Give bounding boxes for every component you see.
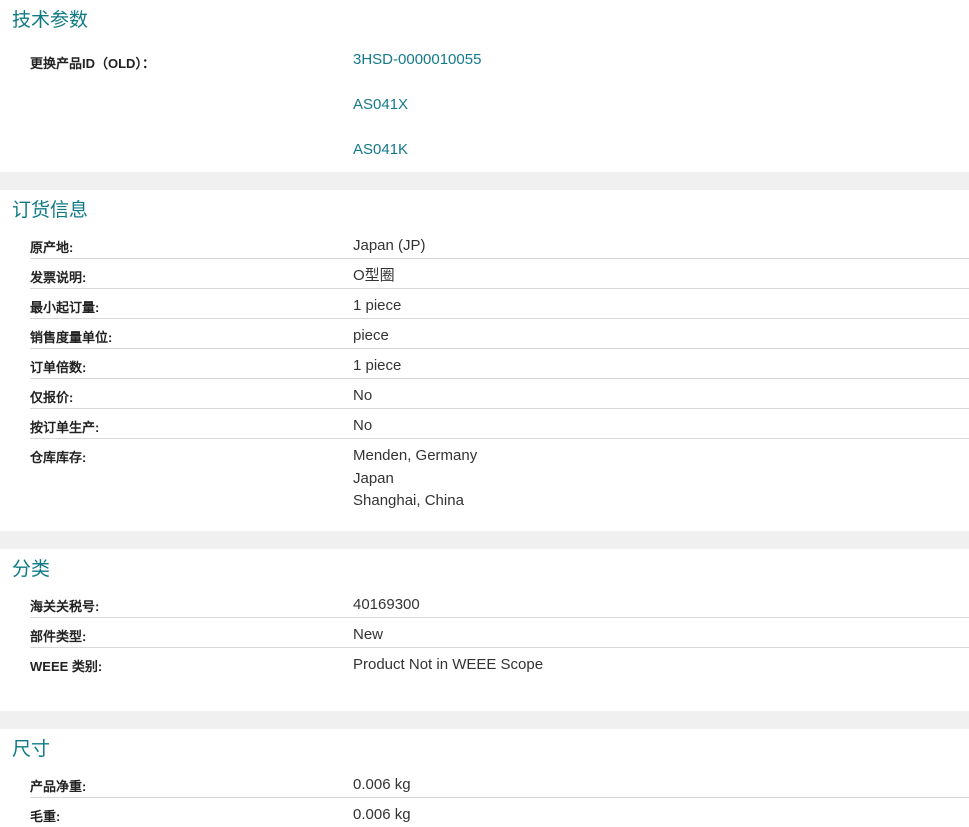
table-row: 发票说明: O型圈 — [30, 259, 969, 289]
section-title-dimensions: 尺寸 — [12, 739, 51, 760]
row-label: 销售度量单位: — [30, 330, 113, 345]
row-value: 1 piece — [353, 297, 402, 314]
table-row: 毛重: 0.006 kg — [30, 798, 969, 827]
replacement-id-row: 更换产品ID（OLD）： 3HSD-0000010055 AS041X AS04… — [30, 40, 969, 189]
section-divider — [0, 531, 969, 549]
row-value: Japan (JP) — [353, 237, 426, 254]
replacement-id-list: 3HSD-0000010055 AS041X AS041K — [353, 40, 481, 189]
warehouse-list: Menden, Germany Japan Shanghai, China — [353, 439, 477, 517]
row-value: piece — [353, 327, 389, 344]
row-label: 海关关税号: — [30, 599, 100, 614]
row-label: 按订单生产: — [30, 420, 100, 435]
row-value: No — [353, 417, 373, 434]
row-value: Product Not in WEEE Scope — [353, 656, 544, 673]
row-label: 仅报价: — [30, 390, 74, 405]
table-row: 销售度量单位: piece — [30, 319, 969, 349]
replacement-id-link[interactable]: 3HSD-0000010055 — [353, 49, 481, 94]
row-label: 发票说明: — [30, 270, 87, 285]
row-value: 1 piece — [353, 357, 402, 374]
table-row: 仅报价: No — [30, 379, 969, 409]
section-title-tech: 技术参数 — [12, 10, 89, 31]
row-label: 毛重: — [30, 809, 61, 824]
row-value: No — [353, 387, 373, 404]
table-row: 按订单生产: No — [30, 409, 969, 439]
replacement-id-link[interactable]: AS041X — [353, 94, 481, 139]
warehouse-item: Japan — [353, 469, 394, 487]
table-row: 部件类型: New — [30, 618, 969, 648]
table-row: 产品净重: 0.006 kg — [30, 768, 969, 798]
replacement-id-label: 更换产品ID（OLD）： — [30, 56, 155, 71]
row-value: 40169300 — [353, 596, 420, 613]
replacement-id-link[interactable]: AS041K — [353, 139, 481, 184]
table-row: WEEE 类别: Product Not in WEEE Scope — [30, 648, 969, 677]
warehouse-item: Shanghai, China — [353, 492, 464, 509]
table-row: 原产地: Japan (JP) — [30, 229, 969, 259]
section-title-classification: 分类 — [12, 559, 51, 580]
row-label: 部件类型: — [30, 629, 87, 644]
section-title-order: 订货信息 — [12, 200, 89, 221]
warehouse-stock-row: 仓库库存: Menden, Germany Japan Shanghai, Ch… — [30, 439, 969, 517]
row-label: WEEE 类别: — [30, 659, 103, 674]
row-value: New — [353, 626, 384, 643]
table-row: 海关关税号: 40169300 — [30, 588, 969, 618]
row-label: 原产地: — [30, 240, 74, 255]
section-divider — [0, 711, 969, 729]
warehouse-item: Menden, Germany — [353, 447, 478, 464]
table-row: 最小起订量: 1 piece — [30, 289, 969, 319]
dimensions-section: 尺寸 产品净重: 0.006 kg 毛重: 0.006 kg — [0, 729, 969, 827]
row-label: 最小起订量: — [30, 300, 100, 315]
classification-section: 分类 海关关税号: 40169300 部件类型: New WEEE 类别: Pr… — [0, 549, 969, 711]
order-info-section: 订货信息 原产地: Japan (JP) 发票说明: O型圈 最小起订量: 1 … — [0, 190, 969, 531]
row-value: 0.006 kg — [353, 806, 411, 823]
row-value: O型圈 — [353, 267, 395, 284]
row-label: 仓库库存: — [30, 450, 87, 465]
row-label: 产品净重: — [30, 779, 87, 794]
row-value: 0.006 kg — [353, 776, 411, 793]
row-label: 订单倍数: — [30, 360, 87, 375]
tech-params-section: 技术参数 更换产品ID（OLD）： 3HSD-0000010055 AS041X… — [0, 0, 969, 172]
table-row: 订单倍数: 1 piece — [30, 349, 969, 379]
